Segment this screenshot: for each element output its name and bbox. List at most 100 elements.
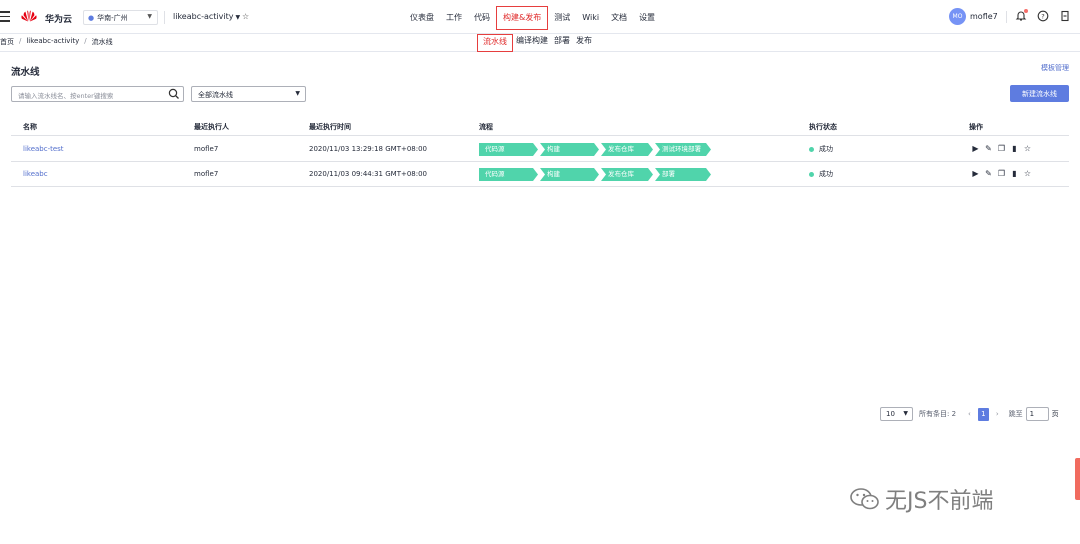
status-badge: 成功 (809, 144, 833, 154)
breadcrumb-project[interactable]: likeabc-activity (26, 37, 79, 47)
exec-time: 2020/11/03 09:44:31 GMT+08:00 (309, 170, 428, 178)
chevron-down-icon: ▼ (235, 14, 241, 21)
col-ops: 操作 (969, 123, 983, 131)
region-label: 华南-广州 (97, 13, 128, 22)
nav-item-0[interactable]: 仪表盘 (404, 7, 440, 29)
col-time: 最近执行时间 (309, 123, 351, 131)
run-icon[interactable]: ▶ (969, 144, 982, 154)
watermark: 无JS不前端 (849, 483, 993, 515)
breadcrumb: 首页 / likeabc-activity / 流水线 (0, 37, 113, 47)
executor: mofle7 (194, 170, 219, 178)
col-name: 名称 (23, 123, 37, 131)
pipeline-flow: 代码源 构建 发布仓库 部署 (479, 168, 713, 181)
jump-input[interactable]: 1 (1025, 407, 1049, 421)
nav-item-7[interactable]: 设置 (633, 7, 661, 29)
stage[interactable]: 构建 (540, 168, 599, 181)
pagination: 10 ▼ 所有条目: 2 ‹ 1 › 跳至 1 页 (880, 407, 1059, 421)
username[interactable]: mofle7 (970, 12, 998, 21)
huawei-logo[interactable] (20, 8, 38, 26)
star-icon[interactable]: ☆ (242, 12, 249, 21)
subnav-tab-0[interactable]: 流水线 (477, 34, 513, 52)
svg-text:?: ? (1041, 12, 1044, 20)
table-row: likeabc-test mofle7 2020/11/03 13:29:18 … (11, 137, 1069, 162)
exit-icon[interactable] (1059, 10, 1071, 22)
nav-item-6[interactable]: 文档 (605, 7, 633, 29)
subnav-tab-1[interactable]: 编译构建 (513, 34, 551, 52)
watermark-text: 无JS不前端 (885, 489, 994, 514)
stage[interactable]: 代码源 (479, 143, 538, 156)
total-count: 所有条目: 2 (919, 410, 957, 418)
project-name: likeabc-activity (173, 12, 234, 21)
status-badge: 成功 (809, 169, 833, 179)
help-icon[interactable]: ? (1037, 10, 1049, 22)
delete-icon[interactable]: ▮ (1008, 169, 1021, 179)
nav-item-2[interactable]: 代码 (468, 7, 496, 29)
table-header: 名称 最近执行人 最近执行时间 流程 执行状态 操作 (11, 118, 1069, 136)
jump-label: 跳至 (1008, 410, 1023, 418)
chevron-down-icon: ▼ (903, 410, 908, 417)
col-status: 执行状态 (809, 123, 837, 131)
exec-time: 2020/11/03 13:29:18 GMT+08:00 (309, 145, 428, 153)
stage[interactable]: 部署 (655, 168, 711, 181)
copy-icon[interactable]: ❐ (995, 169, 1008, 179)
chevron-down-icon: ▼ (147, 13, 152, 20)
pipeline-filter-select[interactable]: 全部流水线 ▼ (191, 86, 306, 102)
prev-page-icon[interactable]: ‹ (968, 410, 971, 418)
search-placeholder: 请输入流水线名、按enter键搜索 (18, 92, 114, 100)
subnav-tab-3[interactable]: 发布 (573, 34, 595, 52)
top-navbar: 华为云 ● 华南-广州 ▼ likeabc-activity ▼ ☆ 仪表盘 工作代… (0, 0, 1080, 34)
stage[interactable]: 代码源 (479, 168, 538, 181)
favorite-icon[interactable]: ☆ (1021, 144, 1034, 154)
page-unit: 页 (1051, 410, 1059, 418)
nav-item-1[interactable]: 工作 (440, 7, 468, 29)
executor: mofle7 (194, 145, 219, 153)
menu-icon[interactable] (0, 11, 10, 23)
project-select[interactable]: likeabc-activity ▼ (173, 12, 240, 21)
nav-item-4[interactable]: 测试 (548, 7, 576, 29)
copy-icon[interactable]: ❐ (995, 144, 1008, 154)
user-menu[interactable]: MO mofle7 (949, 8, 1007, 25)
stage[interactable]: 构建 (540, 143, 599, 156)
feedback-tab[interactable] (1075, 458, 1080, 500)
next-page-icon[interactable]: › (996, 410, 999, 418)
stage[interactable]: 发布仓库 (601, 168, 653, 181)
region-select[interactable]: ● 华南-广州 ▼ (83, 10, 158, 25)
filter-value: 全部流水线 (198, 91, 233, 99)
pipeline-name-link[interactable]: likeabc-test (23, 145, 64, 153)
nav-item-5[interactable]: Wiki (576, 7, 605, 29)
pipeline-name-link[interactable]: likeabc (23, 170, 48, 178)
page-number[interactable]: 1 (977, 407, 989, 421)
run-icon[interactable]: ▶ (969, 169, 982, 179)
location-pin-icon: ● (88, 13, 95, 22)
new-pipeline-button[interactable]: 新建流水线 (1010, 85, 1069, 102)
page-title: 流水线 (11, 67, 40, 78)
edit-icon[interactable]: ✎ (982, 169, 995, 179)
success-dot (809, 146, 814, 152)
pipeline-flow: 代码源 构建 发布仓库 测试环境部署 (479, 143, 713, 156)
col-executor: 最近执行人 (194, 123, 229, 131)
col-flow: 流程 (479, 123, 493, 131)
avatar[interactable]: MO (949, 8, 966, 25)
search-icon[interactable] (168, 88, 180, 100)
edit-icon[interactable]: ✎ (982, 144, 995, 154)
subnav-tab-2[interactable]: 部署 (551, 34, 573, 52)
breadcrumb-home[interactable]: 首页 (0, 37, 14, 47)
bell-icon[interactable] (1015, 9, 1028, 22)
page-size-select[interactable]: 10 ▼ (880, 407, 913, 421)
search-input[interactable]: 请输入流水线名、按enter键搜索 (11, 86, 184, 102)
notification-dot (1024, 9, 1028, 13)
chevron-down-icon: ▼ (295, 90, 300, 97)
divider (164, 11, 165, 24)
template-manage-link[interactable]: 模板管理 (1041, 63, 1069, 73)
divider (1005, 10, 1007, 23)
row-actions: ▶ ✎ ❐ ▮ ☆ (969, 169, 1034, 179)
brand-name: 华为云 (45, 15, 73, 25)
stage[interactable]: 测试环境部署 (655, 143, 711, 156)
nav-item-3[interactable]: 构建&发布 (496, 6, 549, 30)
breadcrumb-current: 流水线 (91, 38, 113, 46)
stage[interactable]: 发布仓库 (601, 143, 653, 156)
delete-icon[interactable]: ▮ (1008, 144, 1021, 154)
wechat-icon (850, 488, 879, 510)
favorite-icon[interactable]: ☆ (1021, 169, 1034, 179)
main-nav: 仪表盘 工作 代码 构建&发布 测试 Wiki 文档 设置 (404, 6, 661, 30)
